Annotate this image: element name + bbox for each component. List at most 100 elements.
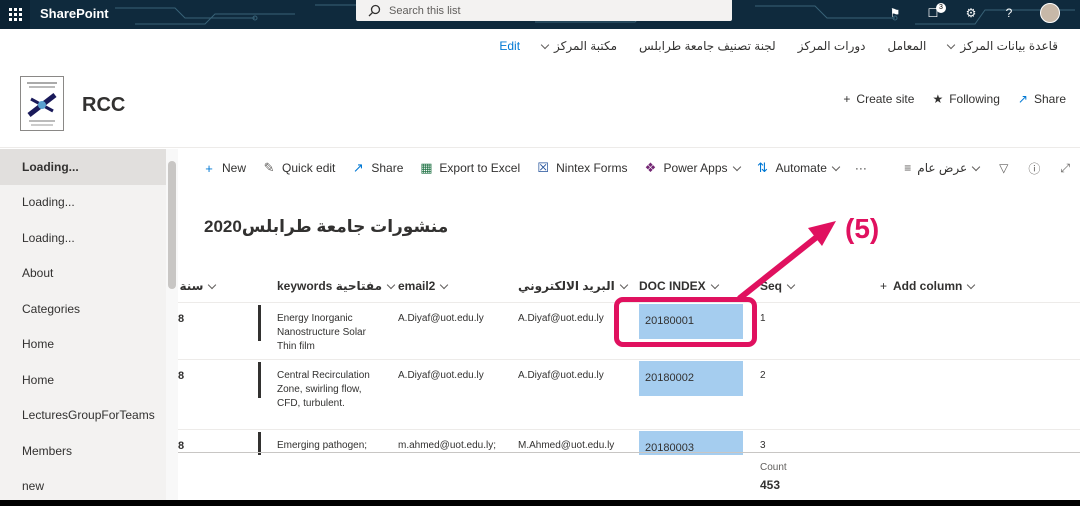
search-placeholder: Search this list: [389, 4, 461, 17]
add-column-label: Add column: [893, 279, 963, 293]
nav-item-categories[interactable]: Categories: [0, 291, 166, 327]
create-site-label: Create site: [856, 92, 915, 106]
automate-label: Automate: [775, 161, 827, 175]
bottom-border: [0, 500, 1080, 506]
export-excel-button[interactable]: ▦ Export to Excel: [419, 160, 520, 176]
share-site-button[interactable]: ↗ Share: [1018, 92, 1066, 106]
hub-item-label: مكتبة المركز: [554, 39, 617, 53]
view-options-icon: ≡: [904, 161, 912, 175]
site-logo[interactable]: [20, 76, 64, 131]
column-header-doc-index[interactable]: DOC INDEX: [639, 272, 719, 300]
help-icon[interactable]: ?: [1002, 6, 1016, 20]
list-title: منشورات جامعة طرابلس2020: [204, 217, 449, 236]
hub-item-label: دورات المركز: [797, 39, 866, 53]
year-cell: 8: [178, 370, 185, 382]
quick-edit-button[interactable]: ✎ Quick edit: [262, 160, 336, 176]
chevron-down-icon: [786, 280, 796, 289]
nintex-icon: ☒: [537, 160, 549, 175]
chevron-down-icon: [831, 162, 841, 171]
excel-icon: ▦: [420, 160, 433, 175]
keywords-cell: Emerging pathogen;: [277, 440, 368, 451]
hub-edit-link[interactable]: Edit: [499, 39, 520, 53]
avatar[interactable]: [1040, 3, 1060, 23]
column-header-email2[interactable]: email2: [398, 272, 449, 300]
keywords-cell: Central Recirculation Zone, swirling flo…: [277, 370, 370, 409]
column-header-keywords[interactable]: keywords مفتاحية: [277, 272, 396, 300]
nav-item-home[interactable]: Home: [0, 327, 166, 363]
add-column-button[interactable]: + Add column: [880, 272, 976, 300]
column-header-email[interactable]: البريد الالكتروني: [518, 272, 629, 300]
suite-bar: SharePoint Search this list ⚑ ☐ 3 ⚙ ?: [0, 0, 1080, 29]
hub-item-courses[interactable]: دورات المركز: [798, 39, 866, 53]
nav-item-loading-3[interactable]: Loading...: [0, 220, 166, 256]
view-selector[interactable]: ≡ عرض عام: [904, 161, 981, 175]
new-button[interactable]: + New: [202, 161, 246, 176]
share-icon: ↗: [352, 160, 364, 175]
more-actions-button[interactable]: ···: [855, 161, 867, 175]
waffle-icon: [8, 8, 22, 21]
count-value: 453: [760, 478, 781, 492]
row-divider: [258, 362, 261, 398]
nav-item-lectures-group[interactable]: LecturesGroupForTeams: [0, 398, 166, 434]
doc-index-cell[interactable]: 20180002: [639, 361, 743, 396]
chevron-down-icon: [208, 280, 217, 289]
site-title[interactable]: RCC: [82, 94, 125, 117]
year-cell: 8: [178, 313, 185, 325]
automate-button[interactable]: ⇅ Automate: [756, 160, 841, 176]
hub-item-database[interactable]: قاعدة بيانات المركز: [947, 39, 1058, 53]
star-icon: ★: [932, 92, 944, 106]
share-icon: ↗: [1017, 92, 1028, 106]
notification-badge: 3: [936, 3, 946, 13]
column-header-seq[interactable]: Seq: [760, 272, 796, 300]
annotation-highlight-box: [614, 297, 757, 347]
logo-icon: [27, 82, 57, 126]
nav-item-home-2[interactable]: Home: [0, 362, 166, 398]
app-name[interactable]: SharePoint: [40, 6, 109, 21]
nav-scrollbar[interactable]: [166, 149, 178, 506]
nav-item-about[interactable]: About: [0, 256, 166, 292]
column-header-year[interactable]: سنة ا: [178, 272, 217, 300]
power-apps-icon: ❖: [644, 160, 657, 175]
hub-item-library[interactable]: مكتبة المركز: [540, 39, 617, 53]
create-site-button[interactable]: + Create site: [843, 92, 914, 106]
nintex-forms-button[interactable]: ☒ Nintex Forms: [536, 160, 627, 176]
export-label: Export to Excel: [439, 161, 521, 175]
nav-item-loading-1[interactable]: Loading...: [0, 149, 166, 185]
gear-icon[interactable]: ⚙: [964, 6, 978, 20]
app-launcher-button[interactable]: [0, 0, 30, 29]
megaphone-icon[interactable]: ⚑: [888, 6, 902, 20]
hub-item-ranking[interactable]: لجنة تصنيف جامعة طرابلس: [639, 39, 776, 53]
share-list-label: Share: [371, 161, 404, 175]
notifications-button[interactable]: ☐ 3: [926, 3, 946, 20]
scrollbar-thumb[interactable]: [168, 161, 176, 289]
share-list-button[interactable]: ↗ Share: [351, 160, 403, 176]
nav-item-new[interactable]: new: [0, 469, 166, 505]
share-label: Share: [1033, 92, 1066, 106]
seq-cell: 3: [760, 440, 766, 451]
column-header-label: Seq: [760, 279, 783, 293]
seq-cell: 2: [760, 370, 766, 381]
filter-icon[interactable]: ▽: [999, 161, 1008, 175]
hub-item-label: المعامل: [887, 39, 927, 53]
hub-item-labs[interactable]: المعامل: [888, 39, 927, 53]
expand-icon[interactable]: ⤢: [1060, 161, 1070, 176]
keywords-cell: Energy Inorganic Nanostructure Solar Thi…: [277, 313, 366, 352]
power-apps-button[interactable]: ❖ Power Apps: [643, 160, 741, 176]
nav-item-members[interactable]: Members: [0, 433, 166, 469]
nav-item-loading-2[interactable]: Loading...: [0, 185, 166, 221]
info-icon[interactable]: ⓘ: [1028, 160, 1040, 177]
column-header-label: DOC INDEX: [639, 279, 706, 293]
power-apps-label: Power Apps: [663, 161, 728, 175]
table-row[interactable]: 8 Central Recirculation Zone, swirling f…: [178, 359, 1080, 421]
site-header: RCC + Create site ★ Following ↗ Share: [0, 62, 1080, 148]
email-cell: M.Ahmed@uot.edu.ly: [518, 440, 615, 451]
email2-cell: m.ahmed@uot.edu.ly;: [398, 440, 496, 451]
column-header-label: email2: [398, 279, 436, 293]
command-bar: + New ✎ Quick edit ↗ Share ▦ Export to Excel…: [178, 149, 1080, 187]
row-divider: [258, 305, 261, 341]
search-box[interactable]: Search this list: [356, 0, 732, 21]
column-header-label: سنة ا: [178, 279, 204, 293]
following-button[interactable]: ★ Following: [932, 92, 999, 106]
pencil-icon: ✎: [263, 160, 275, 175]
column-header-label: البريد الالكتروني: [518, 279, 615, 293]
